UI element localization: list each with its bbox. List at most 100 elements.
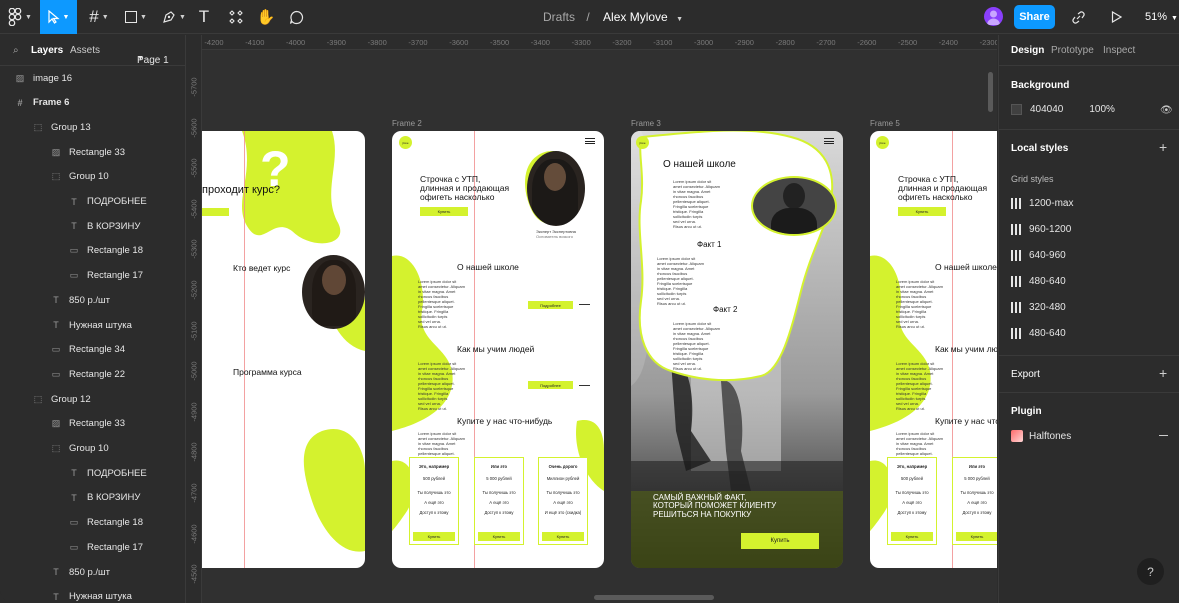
hamburger-menu-icon <box>585 138 595 144</box>
shape-tool-button[interactable]: ▼ <box>120 0 152 34</box>
layer-item[interactable]: T ПОДРОБНЕЕ <box>67 190 146 214</box>
grid-style-item[interactable]: 320-480 <box>1011 302 1066 313</box>
rectangle-icon <box>125 11 138 23</box>
frame-label[interactable]: Frame 5 <box>870 119 900 128</box>
grid-style-item[interactable]: 960-1200 <box>1011 224 1071 235</box>
chevron-down-icon: ▼ <box>62 13 70 21</box>
frame-5[interactable]: jlove Строчка с УТП, длинная и продающая… <box>870 131 997 568</box>
ruler-tick-label: -4000 <box>286 38 306 47</box>
grid-style-label: 480-640 <box>1029 276 1066 287</box>
plugin-row[interactable]: Halftones <box>1011 430 1071 442</box>
layer-name: Rectangle 17 <box>87 270 143 282</box>
tab-assets[interactable]: Assets <box>70 45 100 56</box>
avatar[interactable] <box>984 7 1003 26</box>
layer-item[interactable]: # Frame 6 <box>13 91 69 115</box>
ruler-tick-label: -3200 <box>612 38 632 47</box>
layout-guide <box>244 131 245 568</box>
plugin-name[interactable]: Halftones <box>1029 431 1071 442</box>
layer-item[interactable]: T Нужная штука <box>49 585 132 603</box>
search-icon[interactable]: ⌕ <box>13 45 19 56</box>
frame-6[interactable]: ? проходит курс? Кто ведет курс Программ… <box>202 131 365 568</box>
frame3-fact1: Факт 1 <box>697 240 722 249</box>
copy-link-button[interactable] <box>1069 0 1087 34</box>
horizontal-scrollbar[interactable] <box>594 595 714 600</box>
vertical-scrollbar[interactable] <box>988 72 993 112</box>
layer-item[interactable]: ▨ Rectangle 33 <box>49 412 125 436</box>
grid-style-item[interactable]: 1200-max <box>1011 198 1073 209</box>
layer-item[interactable]: ⬚ Group 12 <box>31 387 91 411</box>
group-icon: ⬚ <box>51 171 61 182</box>
frame-2[interactable]: jlove Строчка с УТП, длинная и продающая… <box>392 131 604 568</box>
layer-item[interactable]: T В КОРЗИНУ <box>67 486 140 510</box>
hand-tool-button[interactable]: ✋ <box>256 0 276 34</box>
ruler-tick-label: -3900 <box>326 38 346 47</box>
zoom-level[interactable]: 51% ▼ <box>1145 11 1178 23</box>
tab-prototype[interactable]: Prototype <box>1051 45 1094 56</box>
layer-item[interactable]: ⬚ Group 10 <box>49 165 109 189</box>
layer-item[interactable]: ▨ image 16 <box>13 66 72 90</box>
add-style-icon[interactable]: + <box>1159 139 1167 155</box>
share-button[interactable]: Share <box>1014 5 1055 29</box>
rectangle-icon: ▭ <box>69 245 79 256</box>
grid-style-item[interactable]: 640-960 <box>1011 250 1066 261</box>
color-swatch[interactable] <box>1011 104 1022 115</box>
layer-item[interactable]: T ПОДРОБНЕЕ <box>67 461 146 485</box>
frame-3[interactable]: jlove О нашей школе Lorem ipsum dolor si… <box>631 131 843 568</box>
card-buy-button: Купить <box>542 532 584 541</box>
text-tool-button[interactable]: T <box>194 0 214 34</box>
layer-item[interactable]: ▭ Rectangle 17 <box>67 264 143 288</box>
present-button[interactable] <box>1107 0 1125 34</box>
background-row[interactable]: 404040 100% <box>1011 104 1115 115</box>
top-toolbar: ▼ ▼ # ▼ ▼ ▼ T ✋ Drafts / Alex Mylove ▼ S… <box>0 0 1179 34</box>
layer-item[interactable]: ▭ Rectangle 17 <box>67 535 143 559</box>
move-tool-button[interactable]: ▼ <box>40 0 77 34</box>
eye-icon[interactable]: 👁 <box>1160 105 1173 116</box>
ruler-horizontal: -4200 -4100 -4000 -3900 -3800 -3700 -3600 -3500… <box>202 35 997 50</box>
tab-layers[interactable]: Layers <box>31 45 63 56</box>
layer-item[interactable]: ⬚ Group 10 <box>49 437 109 461</box>
layer-name: Rectangle 18 <box>87 517 143 529</box>
grid-style-item[interactable]: 480-640 <box>1011 328 1066 339</box>
remove-plugin-icon[interactable] <box>1159 435 1168 436</box>
chevron-down-icon: ▼ <box>140 13 147 21</box>
main-menu-button[interactable]: ▼ <box>0 0 40 34</box>
components-button[interactable] <box>226 0 246 34</box>
pen-tool-button[interactable]: ▼ <box>158 0 190 34</box>
chevron-down-icon[interactable]: ▼ <box>676 16 683 23</box>
help-button[interactable]: ? <box>1137 558 1164 585</box>
layer-item[interactable]: T 850 р./шт <box>49 560 110 584</box>
add-export-icon[interactable]: + <box>1159 365 1167 381</box>
layer-item[interactable]: T 850 р./шт <box>49 288 110 312</box>
tab-inspect[interactable]: Inspect <box>1103 45 1135 56</box>
background-hex[interactable]: 404040 <box>1030 104 1063 115</box>
text-icon: T <box>71 221 77 232</box>
canvas[interactable]: -4200 -4100 -4000 -3900 -3800 -3700 -3600 -3500… <box>187 35 997 603</box>
tab-design[interactable]: Design <box>1011 45 1044 56</box>
layer-item[interactable]: ⬚ Group 13 <box>31 115 91 139</box>
frame2-expert-role: Основатель всякого <box>536 234 574 239</box>
layer-item[interactable]: T Нужная штука <box>49 313 132 337</box>
layer-item[interactable]: T В КОРЗИНУ <box>67 214 140 238</box>
local-styles-title: Local styles <box>1011 143 1069 154</box>
layer-item[interactable]: ▭ Rectangle 18 <box>67 511 143 535</box>
layer-item[interactable]: ▭ Rectangle 22 <box>49 362 125 386</box>
frame3-buy-button: Купить <box>741 533 819 549</box>
grid-layout-icon <box>1011 198 1021 209</box>
layer-item[interactable]: ▭ Rectangle 34 <box>49 338 125 362</box>
breadcrumb-drafts[interactable]: Drafts <box>543 10 575 24</box>
grid-style-item[interactable]: 480-640 <box>1011 276 1066 287</box>
card-l1: Ты получишь это <box>960 490 994 495</box>
frame-label[interactable]: Frame 3 <box>631 119 661 128</box>
layer-item[interactable]: ▭ Rectangle 18 <box>67 239 143 263</box>
file-name[interactable]: Alex Mylove <box>603 10 668 24</box>
text-icon: T <box>71 468 77 479</box>
design-panel: Design Prototype Inspect Background 4040… <box>998 35 1179 603</box>
chevron-down-icon: ▼ <box>101 13 109 21</box>
comment-tool-button[interactable] <box>286 0 306 34</box>
frame-label[interactable]: Frame 2 <box>392 119 422 128</box>
logo: jlove <box>876 136 889 149</box>
card-l1: Ты получишь это <box>546 490 580 495</box>
layer-item[interactable]: ▨ Rectangle 33 <box>49 140 125 164</box>
background-opacity[interactable]: 100% <box>1089 104 1115 115</box>
frame-tool-button[interactable]: # ▼ <box>82 0 116 34</box>
